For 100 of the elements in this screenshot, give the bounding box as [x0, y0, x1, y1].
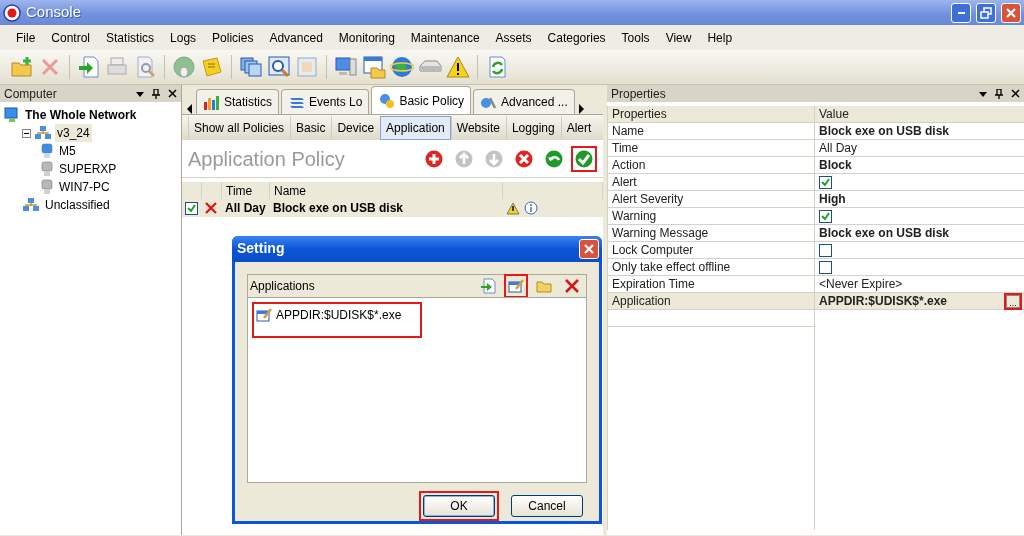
minimize-icon	[957, 11, 965, 14]
close-icon	[1005, 6, 1017, 19]
pin-icon[interactable]	[995, 88, 1003, 99]
info-icon	[524, 201, 538, 215]
menu-item[interactable]: Maintenance	[402, 28, 488, 47]
property-value: Block exe on USB disk	[819, 123, 950, 140]
panel-title: Computer	[4, 85, 57, 103]
pin-icon[interactable]	[152, 88, 160, 99]
property-name: Alert Severity	[612, 191, 684, 208]
restore-button[interactable]	[976, 2, 996, 23]
property-value: All Day	[819, 140, 857, 157]
network-icon	[4, 107, 20, 123]
checkbox[interactable]	[819, 260, 832, 274]
property-name: Application	[612, 293, 671, 310]
menu-item[interactable]: File	[8, 28, 44, 47]
property-value: High	[819, 191, 846, 208]
import-icon[interactable]	[77, 55, 101, 79]
network-group-icon	[22, 197, 40, 213]
undo-icon[interactable]	[545, 149, 563, 168]
menu-item[interactable]: Monitoring	[330, 28, 403, 47]
menu-item[interactable]: Help	[699, 28, 741, 47]
filter-tab[interactable]: Show all Policies	[188, 115, 291, 140]
scroll-left-icon[interactable]	[186, 104, 194, 114]
close-icon[interactable]	[168, 89, 177, 98]
zoom-window-icon[interactable]	[267, 55, 291, 79]
column-header: Name	[270, 182, 503, 199]
filter-tab[interactable]: Alert	[560, 115, 598, 140]
check-icon	[821, 211, 830, 221]
table-cell: Block exe on USB disk	[270, 199, 503, 217]
property-name: Alert	[612, 174, 637, 191]
menu-item[interactable]: Assets	[487, 28, 540, 47]
close-button[interactable]	[579, 238, 599, 259]
list-item[interactable]: APPDIR:$UDISK$*.exe	[256, 305, 402, 324]
tree-item[interactable]: Unclassified	[43, 196, 112, 214]
menu-item[interactable]: Logs	[162, 28, 205, 47]
menu-item[interactable]: Categories	[539, 28, 614, 47]
chart-icon	[203, 93, 220, 111]
tab[interactable]: Advanced ...	[473, 89, 575, 114]
windows-icon[interactable]	[239, 55, 263, 79]
property-name: Expiration Time	[612, 276, 695, 293]
folder-window-icon[interactable]	[362, 55, 386, 79]
tree-item[interactable]: The Whole Network	[23, 106, 139, 124]
checkbox[interactable]	[819, 175, 832, 189]
note-icon[interactable]	[200, 55, 224, 79]
computer-icon[interactable]	[334, 55, 358, 79]
column-header: Properties	[612, 106, 667, 123]
restore-icon	[980, 6, 992, 19]
menu-item[interactable]: View	[657, 28, 700, 47]
dialog-button[interactable]: Cancel	[511, 495, 583, 517]
property-value: <Never Expire>	[819, 276, 903, 293]
checkbox[interactable]	[185, 201, 198, 215]
browse-button[interactable]: ...	[1006, 294, 1020, 308]
filter-tab[interactable]: Logging	[505, 115, 561, 140]
close-button[interactable]	[1001, 2, 1021, 23]
check-icon	[187, 203, 196, 213]
tab[interactable]: Statistics	[196, 89, 279, 114]
menu-item[interactable]: Policies	[204, 28, 262, 47]
dropdown-icon[interactable]	[136, 89, 144, 98]
close-icon	[583, 242, 595, 255]
import-icon[interactable]	[480, 277, 496, 294]
edit-icon	[256, 306, 272, 323]
tree-item[interactable]: M5	[57, 142, 78, 160]
delete-icon[interactable]	[515, 149, 533, 168]
checkbox[interactable]	[819, 209, 832, 223]
network-group-icon	[34, 125, 52, 141]
section-title: Application Policy	[188, 146, 345, 172]
tab[interactable]: Basic Policy	[371, 86, 472, 114]
add-icon[interactable]	[425, 149, 443, 168]
app-icon	[3, 3, 21, 22]
collapse-icon[interactable]	[22, 128, 31, 138]
menu-item[interactable]: Statistics	[98, 28, 163, 47]
window-title: Console	[26, 2, 83, 23]
warning-icon	[506, 201, 520, 215]
minimize-button[interactable]	[951, 2, 971, 23]
property-value: Block	[819, 157, 852, 174]
new-folder-icon[interactable]	[10, 55, 34, 79]
close-icon[interactable]	[1011, 89, 1020, 98]
menu-item[interactable]: Advanced	[261, 28, 331, 47]
property-name: Action	[612, 157, 646, 174]
filter-tab[interactable]: Application	[380, 115, 451, 140]
filter-tab[interactable]: Basic	[290, 115, 332, 140]
tab[interactable]: Events Lo	[281, 89, 370, 114]
dropdown-icon[interactable]	[979, 89, 987, 98]
block-icon	[205, 202, 217, 214]
tree-item[interactable]: SUPERXP	[57, 160, 119, 178]
tree-item[interactable]: WIN7-PC	[57, 178, 112, 196]
property-name: Warning Message	[612, 225, 709, 242]
delete-icon[interactable]	[564, 277, 580, 294]
property-name: Time	[612, 140, 639, 157]
panel-title: Properties	[611, 85, 666, 103]
property-value: APPDIR:$UDISK$*.exe	[819, 293, 948, 310]
filter-tab[interactable]: Website	[450, 115, 506, 140]
warning-icon[interactable]	[446, 55, 470, 79]
tree-item[interactable]: v3_24	[55, 124, 92, 142]
menu-item[interactable]: Tools	[613, 28, 658, 47]
property-name: Lock Computer	[612, 242, 694, 259]
checkbox[interactable]	[819, 243, 832, 257]
list-label: Applications	[250, 277, 315, 295]
menu-item[interactable]: Control	[43, 28, 99, 47]
dialog-button[interactable]: OK	[423, 495, 495, 517]
